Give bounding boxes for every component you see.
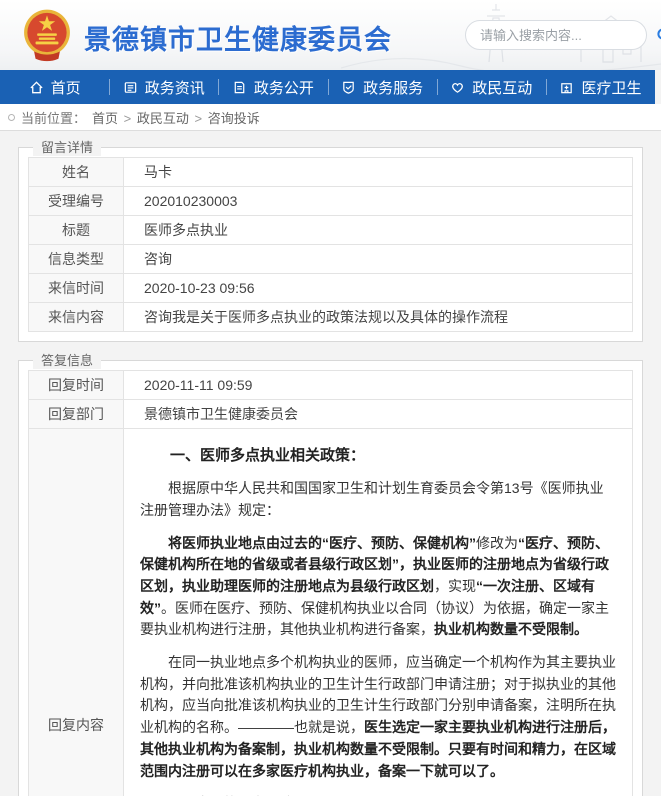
field-label: 姓名: [29, 158, 124, 187]
field-value: 咨询: [124, 245, 633, 274]
reply-section-heading: 一、医师多点执业相关政策：: [140, 444, 616, 467]
field-label: 受理编号: [29, 187, 124, 216]
field-label: 标题: [29, 216, 124, 245]
national-emblem-icon: [22, 8, 72, 62]
table-row: 信息类型咨询: [29, 245, 633, 274]
nav-item-label: 政民互动: [472, 77, 532, 98]
field-label: 回复部门: [29, 400, 124, 429]
breadcrumb-items: 首页 > 政民互动 > 咨询投诉: [92, 108, 260, 127]
breadcrumb-separator: >: [120, 111, 135, 126]
breadcrumb-item-2[interactable]: 政民互动: [137, 111, 189, 126]
search-input[interactable]: [480, 28, 656, 43]
table-row: 姓名马卡: [29, 158, 633, 187]
main-nav: 首页 政务资讯 政务公开 政务服务 政民互动 医疗卫生: [0, 70, 655, 104]
nav-item-2[interactable]: 政务资讯: [109, 70, 218, 104]
breadcrumb-item-1[interactable]: 首页: [92, 111, 118, 126]
field-value: 202010230003: [124, 187, 633, 216]
location-pin-icon: [8, 114, 15, 121]
field-value: 2020-11-11 09:59: [124, 371, 633, 400]
search-box: [465, 20, 647, 50]
nav-item-4[interactable]: 政务服务: [328, 70, 437, 104]
table-row: 受理编号202010230003: [29, 187, 633, 216]
field-label: 回复内容: [29, 429, 124, 796]
medical-building-icon: [559, 80, 574, 95]
reply-panel: 答复信息 回复时间2020-11-11 09:59回复部门景德镇市卫生健康委员会…: [18, 360, 643, 796]
table-row: 来信内容咨询我是关于医师多点执业的政策法规以及具体的操作流程: [29, 303, 633, 332]
breadcrumb: 当前位置： 首页 > 政民互动 > 咨询投诉: [0, 104, 661, 131]
field-value: 马卡: [124, 158, 633, 187]
message-detail-title: 留言详情: [33, 139, 101, 156]
field-value: 2020-10-23 09:56: [124, 274, 633, 303]
nav-item-label: 政务资讯: [145, 77, 205, 98]
search-icon: [656, 27, 661, 43]
search-button[interactable]: [656, 27, 661, 43]
reply-title: 答复信息: [33, 352, 101, 369]
field-label: 回复时间: [29, 371, 124, 400]
service-badge-icon: [341, 80, 356, 95]
home-icon: [29, 80, 44, 95]
reply-table: 回复时间2020-11-11 09:59回复部门景德镇市卫生健康委员会回复内容一…: [28, 370, 633, 796]
field-label: 信息类型: [29, 245, 124, 274]
message-detail-panel: 留言详情 姓名马卡受理编号202010230003标题医师多点执业信息类型咨询来…: [18, 147, 643, 342]
site-title: 景德镇市卫生健康委员会: [84, 18, 392, 57]
breadcrumb-prefix: 当前位置：: [21, 108, 86, 127]
reply-content-row: 回复内容一、医师多点执业相关政策： 根据原中华人民共和国国家卫生和计划生育委员会令…: [29, 429, 633, 796]
nav-item-5[interactable]: 政民互动: [437, 70, 546, 104]
page: 景德镇市卫生健康委员会 首页政务资讯政务公开政务服务政民互动医疗卫生 当前位置：…: [0, 0, 661, 796]
interaction-heart-icon: [450, 80, 465, 95]
nav-item-label: 医疗卫生: [581, 77, 641, 98]
table-row: 回复部门景德镇市卫生健康委员会: [29, 400, 633, 429]
field-value: 医师多点执业: [124, 216, 633, 245]
news-icon: [123, 80, 138, 95]
main-content: 留言详情 姓名马卡受理编号202010230003标题医师多点执业信息类型咨询来…: [0, 131, 661, 796]
nav-item-label: 政务公开: [254, 77, 314, 98]
nav-item-3[interactable]: 政务公开: [218, 70, 327, 104]
site-header: 景德镇市卫生健康委员会: [0, 0, 661, 70]
field-value: 景德镇市卫生健康委员会: [124, 400, 633, 429]
reply-paragraph: 在同一执业地点多个机构执业的医师，应当确定一个机构作为其主要执业机构，并向批准该…: [140, 652, 616, 782]
field-value: 咨询我是关于医师多点执业的政策法规以及具体的操作流程: [124, 303, 633, 332]
message-detail-table: 姓名马卡受理编号202010230003标题医师多点执业信息类型咨询来信时间20…: [28, 157, 633, 332]
breadcrumb-item-3: 咨询投诉: [208, 111, 260, 126]
nav-item-1[interactable]: 首页: [0, 70, 109, 104]
table-row: 来信时间2020-10-23 09:56: [29, 274, 633, 303]
breadcrumb-separator: >: [191, 111, 206, 126]
field-label: 来信内容: [29, 303, 124, 332]
table-row: 标题医师多点执业: [29, 216, 633, 245]
nav-item-6[interactable]: 医疗卫生: [546, 70, 655, 104]
reply-content: 一、医师多点执业相关政策： 根据原中华人民共和国国家卫生和计划生育委员会令第13号…: [124, 429, 633, 796]
table-row: 回复时间2020-11-11 09:59: [29, 371, 633, 400]
document-icon: [232, 80, 247, 95]
nav-item-label: 首页: [51, 77, 81, 98]
field-label: 来信时间: [29, 274, 124, 303]
reply-paragraph: 将医师执业地点由过去的“医疗、预防、保健机构”修改为“医疗、预防、保健机构所在地…: [140, 533, 616, 641]
nav-item-label: 政务服务: [363, 77, 423, 98]
reply-paragraph: 根据原中华人民共和国国家卫生和计划生育委员会令第13号《医师执业注册管理办法》规…: [140, 478, 616, 521]
